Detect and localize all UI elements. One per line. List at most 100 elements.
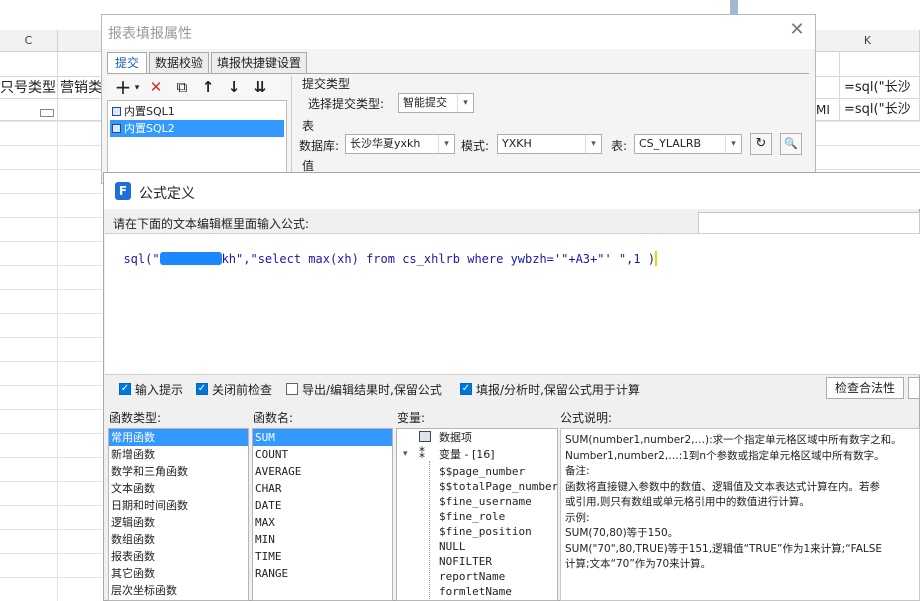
description-line: 备注:: [565, 465, 590, 477]
list-item-label: 内置SQL2: [124, 122, 175, 135]
list-item[interactable]: MAX: [253, 514, 392, 531]
select-value: 智能提交: [403, 96, 447, 109]
list-item-selected[interactable]: SUM: [253, 429, 392, 446]
list-item[interactable]: 其它函数: [109, 565, 248, 582]
column-header-k[interactable]: K: [816, 30, 920, 52]
expand-arrow-icon[interactable]: ▾: [403, 446, 408, 463]
database-select[interactable]: 长沙华夏yxkh ▾: [345, 134, 455, 154]
move-up-icon[interactable]: ↑: [199, 78, 217, 96]
cell[interactable]: MI: [816, 99, 840, 121]
function-name-label: 函数名:: [253, 411, 294, 425]
list-item-label: 内置SQL1: [124, 105, 175, 118]
list-item[interactable]: 逻辑函数: [109, 514, 248, 531]
chevron-down-icon: ▾: [457, 94, 473, 112]
tree-leaf[interactable]: formletName: [437, 583, 512, 600]
list-item-selected[interactable]: 常用函数: [109, 429, 248, 446]
function-type-label: 函数类型:: [109, 411, 162, 425]
delete-icon[interactable]: ✕: [147, 78, 165, 96]
refresh-icon[interactable]: ↻: [750, 133, 772, 155]
list-item-selected[interactable]: 内置SQL2: [110, 120, 284, 137]
splitter[interactable]: [291, 76, 296, 174]
cell[interactable]: [840, 52, 920, 77]
sql-toolbar: + ▾ ✕ ⧉ ↑ ↓ ⇊: [107, 76, 287, 100]
select-value: 长沙华夏yxkh: [350, 137, 421, 150]
list-item[interactable]: DATE: [253, 497, 392, 514]
cell[interactable]: 只号类型: [0, 77, 58, 99]
tab-data-validation[interactable]: 数据校验: [149, 52, 209, 74]
sql-icon: [112, 124, 121, 133]
tree-node-data-item[interactable]: 数据项: [437, 429, 472, 446]
checkbox-check-before-close[interactable]: ✓: [196, 383, 208, 395]
grid-area[interactable]: [816, 121, 920, 173]
chevron-down-icon[interactable]: ▾: [128, 79, 146, 97]
mode-select[interactable]: YXKH ▾: [497, 134, 602, 154]
search-icon[interactable]: 🔍: [780, 133, 802, 155]
copy-icon[interactable]: ⧉: [173, 78, 191, 96]
dropdown-marker[interactable]: [40, 109, 54, 117]
list-item[interactable]: 报表函数: [109, 548, 248, 565]
list-item[interactable]: 文本函数: [109, 480, 248, 497]
cell[interactable]: [58, 52, 102, 77]
cell[interactable]: [816, 52, 840, 77]
column-header-c[interactable]: C: [0, 30, 58, 52]
checkbox-input-hint[interactable]: ✓: [119, 383, 131, 395]
cell[interactable]: [816, 77, 840, 99]
variable-label: 变量:: [397, 411, 426, 425]
submit-type-select[interactable]: 智能提交 ▾: [398, 93, 474, 113]
chevron-down-icon: ▾: [725, 135, 741, 153]
variable-icon: ⁑: [419, 447, 425, 461]
cell-text: 只号类型: [0, 80, 56, 96]
tab-shortcut-settings[interactable]: 填报快捷键设置: [211, 52, 307, 74]
tree-node-variables[interactable]: 变量 - [16]: [437, 446, 495, 463]
list-item[interactable]: 层次坐标函数: [109, 582, 248, 599]
list-item[interactable]: TIME: [253, 548, 392, 565]
tab-label: 数据校验: [154, 56, 203, 70]
cell-text: =sql("长沙: [844, 80, 911, 95]
list-item[interactable]: CHAR: [253, 480, 392, 497]
move-down-icon[interactable]: ↓: [225, 78, 243, 96]
description-line: 函数将直接键入参数中的数值、逻辑值及文本表达式计算在内。若参: [565, 480, 880, 493]
grid-area[interactable]: [0, 121, 102, 601]
cell[interactable]: [58, 99, 102, 121]
list-item[interactable]: COUNT: [253, 446, 392, 463]
formula-description-label: 公式说明:: [560, 411, 613, 425]
dialog-title: 公式定义: [139, 186, 195, 202]
tab-label: 提交: [114, 56, 139, 70]
checkbox-keep-formula-export[interactable]: [286, 383, 298, 395]
cell[interactable]: =sql("长沙: [840, 99, 920, 121]
move-bottom-icon[interactable]: ⇊: [251, 78, 269, 96]
search-input[interactable]: [698, 212, 920, 234]
check-validity-button[interactable]: 检查合法性: [826, 377, 904, 399]
table-icon: [419, 431, 431, 442]
list-item[interactable]: AVERAGE: [253, 463, 392, 480]
list-item[interactable]: 日期和时间函数: [109, 497, 248, 514]
formula-part: kh","select max(xh) from cs_xhlrb where …: [221, 252, 656, 266]
chevron-down-icon: ▾: [585, 135, 601, 153]
list-item[interactable]: 新增函数: [109, 446, 248, 463]
app-logo-icon: F: [115, 182, 131, 200]
formula-description-panel: SUM(number1,number2,…):求一个指定单元格区域中所有数字之和…: [560, 428, 920, 601]
close-icon[interactable]: ✕: [786, 19, 808, 41]
description-line: 示例:: [565, 511, 590, 524]
checkbox-label: 导出/编辑结果时,保留公式: [302, 383, 442, 397]
tab-submit[interactable]: 提交: [107, 52, 147, 74]
list-item[interactable]: MIN: [253, 531, 392, 548]
formula-text[interactable]: sql(" kh","select max(xh) from cs_xhlrb w…: [109, 237, 658, 266]
column-header-d[interactable]: [58, 30, 102, 52]
cell[interactable]: =sql("长沙: [840, 77, 920, 99]
description-line: 或引用,则只有数组或单元格引用中的数值进行计算。: [565, 496, 810, 508]
select-value: CS_YLALRB: [639, 137, 702, 150]
dialog-title: 报表填报属性: [108, 26, 192, 42]
list-item[interactable]: 内置SQL1: [110, 103, 284, 120]
variable-tree: 数据项 ▾ ⁑ 变量 - [16] $$page_number $$totalP…: [396, 428, 558, 601]
list-item[interactable]: 数学和三角函数: [109, 463, 248, 480]
list-item[interactable]: RANGE: [253, 565, 392, 582]
extra-button[interactable]: [908, 377, 920, 399]
checkbox-keep-formula-fill[interactable]: ✓: [460, 383, 472, 395]
table-select[interactable]: CS_YLALRB ▾: [634, 134, 742, 154]
cell[interactable]: [0, 99, 58, 121]
cell[interactable]: [0, 52, 58, 77]
database-label: 数据库:: [299, 139, 340, 153]
cell[interactable]: 营销类: [58, 77, 102, 99]
list-item[interactable]: 数组函数: [109, 531, 248, 548]
